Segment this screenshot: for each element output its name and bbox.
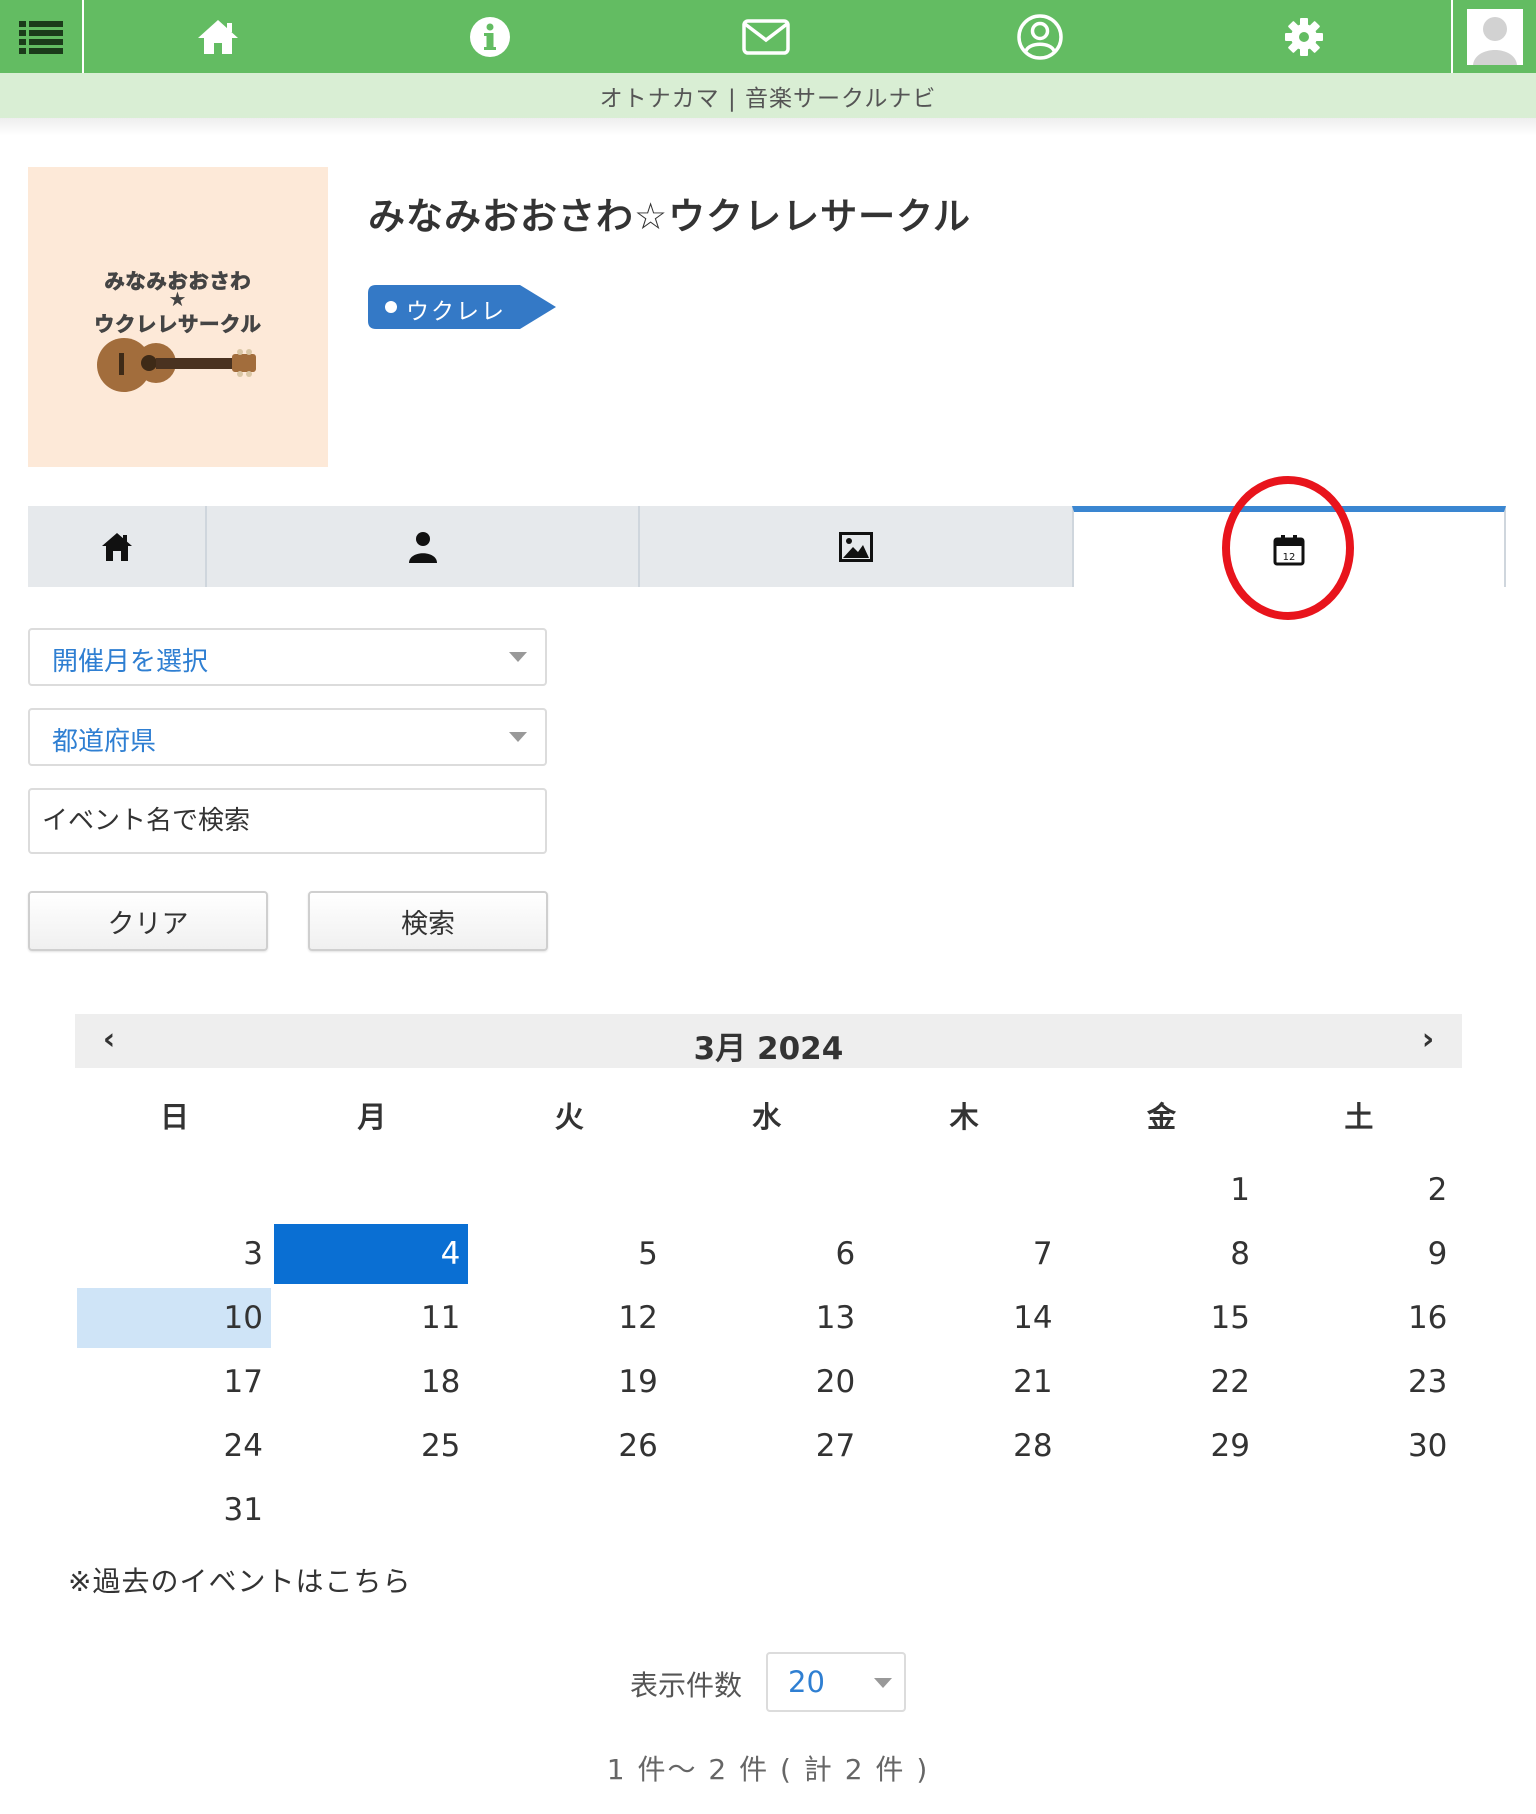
calendar-day[interactable]: 25 xyxy=(274,1416,468,1476)
profile-button[interactable] xyxy=(1000,0,1080,73)
calendar-day[interactable]: 9 xyxy=(1261,1224,1455,1284)
next-month-button[interactable]: › xyxy=(1408,1022,1448,1057)
tab-members[interactable] xyxy=(207,506,640,587)
site-title-bar: オトナカマ | 音楽サークルナビ xyxy=(0,73,1536,118)
month-select-value: 開催月を選択 xyxy=(52,647,209,677)
calendar-day[interactable]: 28 xyxy=(867,1416,1061,1476)
event-name-search-input[interactable] xyxy=(28,788,547,854)
calendar-day-selected[interactable]: 10 xyxy=(77,1288,271,1348)
calendar-day[interactable]: 1 xyxy=(1064,1160,1258,1220)
gear-icon xyxy=(1285,17,1323,56)
calendar-day[interactable]: 7 xyxy=(867,1224,1061,1284)
mail-icon xyxy=(742,18,790,55)
members-tab-icon xyxy=(408,531,437,563)
calendar-day[interactable]: 21 xyxy=(867,1352,1061,1412)
calendar-day[interactable]: 22 xyxy=(1064,1352,1258,1412)
chevron-down-icon xyxy=(509,732,527,742)
tab-home[interactable] xyxy=(28,506,207,587)
calendar-day[interactable]: 12 xyxy=(472,1288,666,1348)
chevron-down-icon xyxy=(874,1678,892,1688)
account-button[interactable] xyxy=(1451,0,1536,73)
calendar-day[interactable]: 11 xyxy=(274,1288,468,1348)
gallery-tab-icon xyxy=(839,531,873,562)
calendar-day[interactable]: 20 xyxy=(669,1352,863,1412)
tab-calendar[interactable]: 12 xyxy=(1072,506,1506,587)
calendar-day[interactable]: 18 xyxy=(274,1352,468,1412)
menu-list-icon xyxy=(19,20,63,54)
calendar-day[interactable]: 27 xyxy=(669,1416,863,1476)
mail-button[interactable] xyxy=(726,0,806,73)
calendar-day[interactable]: 2 xyxy=(1261,1160,1455,1220)
circle-tabs: 12 xyxy=(28,506,1506,587)
calendar-day[interactable]: 8 xyxy=(1064,1224,1258,1284)
avatar xyxy=(1466,8,1523,65)
instrument-tag[interactable]: ウクレレ xyxy=(368,285,556,329)
calendar-day[interactable]: 29 xyxy=(1064,1416,1258,1476)
weekday-header: 水 xyxy=(752,1100,782,1134)
calendar-day[interactable]: 14 xyxy=(867,1288,1061,1348)
home-button[interactable] xyxy=(178,0,258,73)
circle-logo: みなみおおさわ ★ ウクレレサークル xyxy=(28,167,328,467)
calendar-day-today[interactable]: 4 xyxy=(274,1224,469,1284)
avatar-silhouette-icon xyxy=(1466,8,1523,65)
site-title[interactable]: オトナカマ | 音楽サークルナビ xyxy=(600,79,937,113)
calendar-day[interactable]: 13 xyxy=(669,1288,863,1348)
per-page-value: 20 xyxy=(788,1665,825,1699)
subbar-shadow xyxy=(0,118,1536,136)
calendar-day[interactable]: 26 xyxy=(472,1416,666,1476)
weekday-header: 月 xyxy=(357,1100,387,1134)
top-nav-bar xyxy=(0,0,1536,73)
settings-button[interactable] xyxy=(1264,0,1344,73)
info-button[interactable] xyxy=(450,0,530,73)
home-icon xyxy=(198,19,238,54)
calendar-day[interactable]: 23 xyxy=(1261,1352,1455,1412)
calendar-header: ‹ 3月 2024 › xyxy=(75,1014,1462,1068)
info-icon xyxy=(470,16,510,57)
month-select[interactable]: 開催月を選択 xyxy=(28,628,547,686)
past-events-link[interactable]: ※過去のイベントはこちら xyxy=(68,1560,411,1600)
tag-label: ウクレレ xyxy=(406,299,506,325)
calendar-day[interactable]: 5 xyxy=(472,1224,666,1284)
calendar-month-title: 3月 2024 xyxy=(693,1031,844,1067)
prefecture-select-value: 都道府県 xyxy=(52,727,157,757)
calendar-day[interactable]: 24 xyxy=(77,1416,271,1476)
result-count: 1 件〜 2 件 ( 計 2 件 ) xyxy=(606,1753,930,1786)
calendar-day[interactable]: 3 xyxy=(77,1224,271,1284)
circle-title: みなみおおさわ☆ウクレレサークル xyxy=(368,195,972,238)
weekday-header: 土 xyxy=(1344,1100,1374,1134)
svg-text:12: 12 xyxy=(1283,552,1296,563)
tab-gallery[interactable] xyxy=(640,506,1072,587)
weekday-header: 火 xyxy=(554,1100,584,1134)
home-tab-icon xyxy=(101,532,132,561)
calendar-day[interactable]: 31 xyxy=(77,1480,271,1540)
calendar-day[interactable]: 15 xyxy=(1064,1288,1258,1348)
calendar-day[interactable]: 19 xyxy=(472,1352,666,1412)
prefecture-select[interactable]: 都道府県 xyxy=(28,708,547,766)
calendar-day[interactable]: 17 xyxy=(77,1352,271,1412)
ukulele-icon xyxy=(97,338,256,392)
calendar-day[interactable]: 6 xyxy=(669,1224,863,1284)
chevron-down-icon xyxy=(509,652,527,662)
user-circle-icon xyxy=(1017,13,1063,60)
per-page-label: 表示件数 xyxy=(630,1669,743,1702)
calendar-day[interactable]: 16 xyxy=(1261,1288,1455,1348)
calendar-day[interactable]: 30 xyxy=(1261,1416,1455,1476)
clear-button[interactable]: クリア xyxy=(28,891,268,951)
weekday-header: 金 xyxy=(1146,1100,1176,1134)
weekday-header: 日 xyxy=(159,1100,189,1134)
weekday-header: 木 xyxy=(949,1100,979,1134)
per-page-select[interactable]: 20 xyxy=(766,1652,906,1712)
menu-button[interactable] xyxy=(0,0,84,73)
search-button[interactable]: 検索 xyxy=(308,891,548,951)
calendar-tab-icon: 12 xyxy=(1273,534,1305,565)
